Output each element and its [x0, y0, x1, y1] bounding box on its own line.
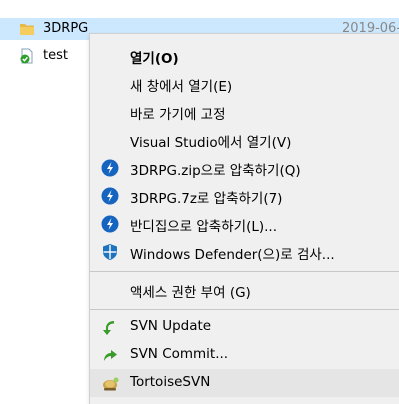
menu-item-label: 액세스 권한 부여 (G)	[130, 285, 251, 301]
folder-icon	[19, 21, 35, 37]
menu-item-open-new-window[interactable]: 새 창에서 열기(E)	[90, 70, 399, 98]
menu-item-label: 반디집으로 압축하기(L)...	[130, 219, 277, 235]
menu-item-label: Visual Studio에서 열기(V)	[130, 135, 292, 151]
menu-item-label: 열기(O)	[130, 51, 179, 67]
menu-separator	[90, 309, 399, 310]
svn-commit-icon	[101, 346, 119, 364]
menu-item-open-visual-studio[interactable]: Visual Studio에서 열기(V)	[90, 126, 399, 154]
menu-item-label: 3DRPG.zip으로 압축하기(Q)	[130, 163, 301, 179]
menu-item-bandizip[interactable]: 반디집으로 압축하기(L)...	[90, 210, 399, 238]
menu-item-label: SVN Update	[130, 318, 212, 334]
file-name: 3DRPG	[43, 21, 89, 36]
context-menu: 열기(O) 새 창에서 열기(E) 바로 가기에 고정 Visual Studi…	[89, 33, 399, 404]
menu-item-label: 새 창에서 열기(E)	[130, 79, 233, 95]
bandizip-icon	[101, 159, 119, 177]
file-name: test	[43, 48, 68, 63]
tortoisesvn-icon	[101, 374, 119, 392]
bandizip-icon	[101, 215, 119, 233]
menu-item-tortoisesvn[interactable]: TortoiseSVN	[90, 369, 399, 397]
menu-item-label: Windows Defender(으)로 검사...	[130, 247, 335, 263]
windows-defender-icon	[101, 243, 119, 261]
menu-item-label: 3DRPG.7z로 압축하기(7)	[130, 191, 283, 207]
menu-item-zip[interactable]: 3DRPG.zip으로 압축하기(Q)	[90, 154, 399, 182]
file-svn-check-icon	[19, 48, 35, 64]
svn-update-icon	[101, 318, 119, 336]
menu-item-label: TortoiseSVN	[130, 374, 211, 390]
menu-item-label: SVN Commit...	[130, 346, 229, 362]
menu-item-open[interactable]: 열기(O)	[90, 42, 399, 70]
bandizip-icon	[101, 187, 119, 205]
menu-item-pin-quick-access[interactable]: 바로 가기에 고정	[90, 98, 399, 126]
menu-item-svn-update[interactable]: SVN Update	[90, 313, 399, 341]
menu-item-7z[interactable]: 3DRPG.7z로 압축하기(7)	[90, 182, 399, 210]
menu-item-label: 바로 가기에 고정	[130, 107, 226, 123]
menu-separator	[90, 271, 399, 272]
menu-item-give-access[interactable]: 액세스 권한 부여 (G)	[90, 276, 399, 304]
menu-item-defender-scan[interactable]: Windows Defender(으)로 검사...	[90, 238, 399, 266]
menu-item-svn-commit[interactable]: SVN Commit...	[90, 341, 399, 369]
